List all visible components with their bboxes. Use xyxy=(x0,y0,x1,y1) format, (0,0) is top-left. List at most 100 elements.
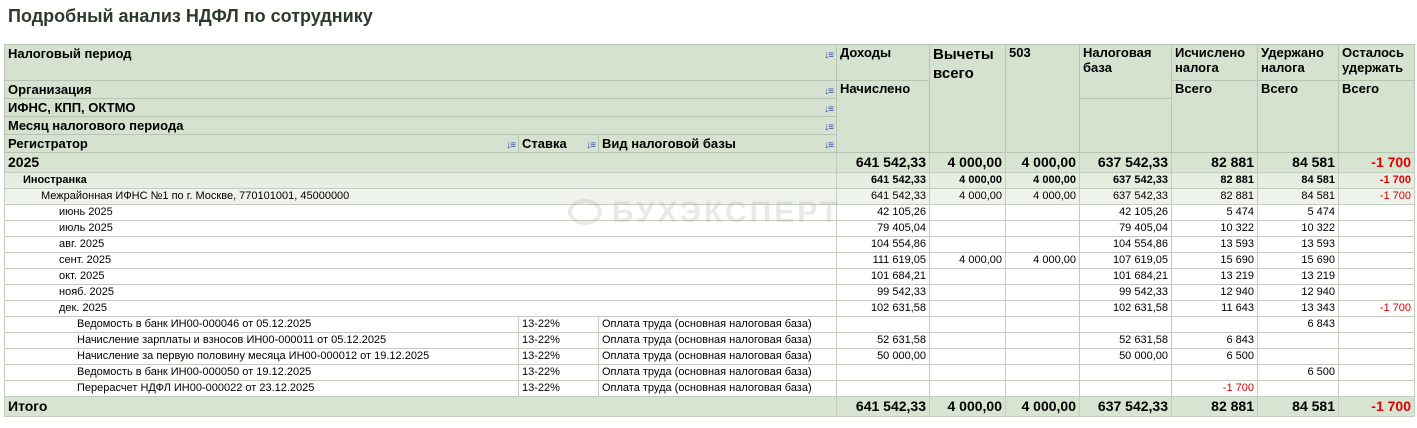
sort-icon[interactable]: ↓≡ xyxy=(824,83,834,98)
month-row[interactable]: нояб. 2025 99 542,33 99 542,33 12 940 12 940 xyxy=(4,284,1415,301)
organization-group-row[interactable]: Иностранка 641 542,33 4 000,00 4 000,00 637 … xyxy=(4,172,1415,189)
cell-calc[interactable]: 6 843 xyxy=(1171,332,1258,349)
header-base-type[interactable]: Вид налоговой базы ↓≡ xyxy=(598,134,837,153)
document-row[interactable]: Ведомость в банк ИН00-000050 от 19.12.20… xyxy=(4,364,1415,381)
ifns-group-row[interactable]: Межрайонная ИФНС №1 по г. Москве, 770101… xyxy=(4,188,1415,205)
cell-base[interactable]: 637 542,33 xyxy=(1079,152,1172,173)
cell-calc[interactable]: 82 881 xyxy=(1171,188,1258,205)
header-remaining[interactable]: Осталось удержать xyxy=(1338,44,1415,81)
cell-ded[interactable] xyxy=(929,284,1006,301)
row-label[interactable]: сент. 2025 xyxy=(4,252,837,269)
cell-ded[interactable]: 4 000,00 xyxy=(929,152,1006,173)
sort-icon[interactable]: ↓≡ xyxy=(824,101,834,116)
cell-c503[interactable] xyxy=(1005,332,1080,349)
cell-remain[interactable] xyxy=(1338,252,1415,269)
row-label[interactable]: дек. 2025 xyxy=(4,300,837,317)
cell-calc[interactable]: 5 474 xyxy=(1171,204,1258,221)
cell-c503[interactable] xyxy=(1005,268,1080,285)
cell-ded[interactable] xyxy=(929,300,1006,317)
header-organization[interactable]: Организация ↓≡ xyxy=(4,80,837,99)
document-row[interactable]: Начисление зарплаты и взносов ИН00-00001… xyxy=(4,332,1415,349)
row-label[interactable]: 2025 xyxy=(4,152,837,173)
cell-withheld[interactable]: 12 940 xyxy=(1257,284,1339,301)
cell-withheld[interactable] xyxy=(1257,348,1339,365)
cell-ded[interactable] xyxy=(929,380,1006,397)
cell-c503[interactable] xyxy=(1005,348,1080,365)
cell-c503[interactable]: 4 000,00 xyxy=(1005,188,1080,205)
cell-c503[interactable] xyxy=(1005,300,1080,317)
header-month[interactable]: Месяц налогового периода ↓≡ xyxy=(4,116,837,135)
cell-base[interactable]: 637 542,33 xyxy=(1079,172,1172,189)
row-label[interactable]: Межрайонная ИФНС №1 по г. Москве, 770101… xyxy=(4,188,837,205)
cell-withheld[interactable]: 84 581 xyxy=(1257,396,1339,417)
cell-income[interactable] xyxy=(836,364,930,381)
cell-base[interactable] xyxy=(1079,380,1172,397)
row-label[interactable]: Итого xyxy=(4,396,837,417)
month-row[interactable]: окт. 2025 101 684,21 101 684,21 13 219 13 21… xyxy=(4,268,1415,285)
cell-remain[interactable] xyxy=(1338,332,1415,349)
cell-income[interactable]: 101 684,21 xyxy=(836,268,930,285)
document-link[interactable]: Ведомость в банк ИН00-000050 от 19.12.20… xyxy=(4,364,519,381)
document-row[interactable]: Ведомость в банк ИН00-000046 от 05.12.20… xyxy=(4,316,1415,333)
cell-calc[interactable]: 82 881 xyxy=(1171,172,1258,189)
cell-remain[interactable]: -1 700 xyxy=(1338,152,1415,173)
sort-icon[interactable]: ↓≡ xyxy=(586,137,596,152)
document-link[interactable]: Перерасчет НДФЛ ИН00-000022 от 23.12.202… xyxy=(4,380,519,397)
cell-income[interactable]: 42 105,26 xyxy=(836,204,930,221)
cell-income[interactable]: 99 542,33 xyxy=(836,284,930,301)
cell-remain[interactable] xyxy=(1338,268,1415,285)
cell-income[interactable] xyxy=(836,316,930,333)
cell-c503[interactable] xyxy=(1005,236,1080,253)
cell-income[interactable]: 641 542,33 xyxy=(836,396,930,417)
cell-base[interactable]: 79 405,04 xyxy=(1079,220,1172,237)
header-rate[interactable]: Ставка ↓≡ xyxy=(518,134,599,153)
month-row[interactable]: июнь 2025 42 105,26 42 105,26 5 474 5 474 xyxy=(4,204,1415,221)
cell-base[interactable]: 107 619,05 xyxy=(1079,252,1172,269)
cell-remain[interactable] xyxy=(1338,380,1415,397)
cell-withheld[interactable] xyxy=(1257,332,1339,349)
cell-withheld[interactable]: 84 581 xyxy=(1257,152,1339,173)
cell-ded[interactable] xyxy=(929,268,1006,285)
cell-withheld[interactable]: 15 690 xyxy=(1257,252,1339,269)
cell-calc[interactable]: 6 500 xyxy=(1171,348,1258,365)
header-tax-base[interactable]: Налоговая база xyxy=(1079,44,1172,99)
cell-c503[interactable]: 4 000,00 xyxy=(1005,252,1080,269)
cell-income[interactable]: 79 405,04 xyxy=(836,220,930,237)
row-label[interactable]: окт. 2025 xyxy=(4,268,837,285)
cell-calc[interactable]: 13 593 xyxy=(1171,236,1258,253)
rate-cell[interactable]: 13-22% xyxy=(518,332,599,349)
cell-calc[interactable]: 12 940 xyxy=(1171,284,1258,301)
row-label[interactable]: авг. 2025 xyxy=(4,236,837,253)
cell-c503[interactable]: 4 000,00 xyxy=(1005,172,1080,189)
cell-income[interactable]: 104 554,86 xyxy=(836,236,930,253)
rate-cell[interactable]: 13-22% xyxy=(518,364,599,381)
cell-ded[interactable] xyxy=(929,220,1006,237)
cell-income[interactable]: 641 542,33 xyxy=(836,188,930,205)
cell-calc[interactable]: 82 881 xyxy=(1171,152,1258,173)
row-label[interactable]: нояб. 2025 xyxy=(4,284,837,301)
cell-ded[interactable] xyxy=(929,316,1006,333)
cell-base[interactable]: 102 631,58 xyxy=(1079,300,1172,317)
header-calculated[interactable]: Исчислено налога xyxy=(1171,44,1258,81)
cell-c503[interactable] xyxy=(1005,380,1080,397)
cell-c503[interactable]: 4 000,00 xyxy=(1005,152,1080,173)
cell-c503[interactable] xyxy=(1005,316,1080,333)
cell-withheld[interactable]: 10 322 xyxy=(1257,220,1339,237)
header-accrued[interactable]: Начислено xyxy=(836,80,930,153)
cell-ded[interactable] xyxy=(929,236,1006,253)
cell-remain[interactable] xyxy=(1338,364,1415,381)
cell-withheld[interactable]: 84 581 xyxy=(1257,172,1339,189)
cell-withheld[interactable] xyxy=(1257,380,1339,397)
sort-icon[interactable]: ↓≡ xyxy=(824,47,834,64)
cell-base[interactable]: 50 000,00 xyxy=(1079,348,1172,365)
base-type-cell[interactable]: Оплата труда (основная налоговая база) xyxy=(598,348,837,365)
cell-base[interactable]: 42 105,26 xyxy=(1079,204,1172,221)
cell-calc[interactable]: 82 881 xyxy=(1171,396,1258,417)
cell-ded[interactable] xyxy=(929,332,1006,349)
base-type-cell[interactable]: Оплата труда (основная налоговая база) xyxy=(598,364,837,381)
cell-c503[interactable] xyxy=(1005,220,1080,237)
header-period[interactable]: Налоговый период ↓≡ xyxy=(4,44,837,81)
cell-base[interactable]: 52 631,58 xyxy=(1079,332,1172,349)
cell-ded[interactable] xyxy=(929,364,1006,381)
rate-cell[interactable]: 13-22% xyxy=(518,316,599,333)
